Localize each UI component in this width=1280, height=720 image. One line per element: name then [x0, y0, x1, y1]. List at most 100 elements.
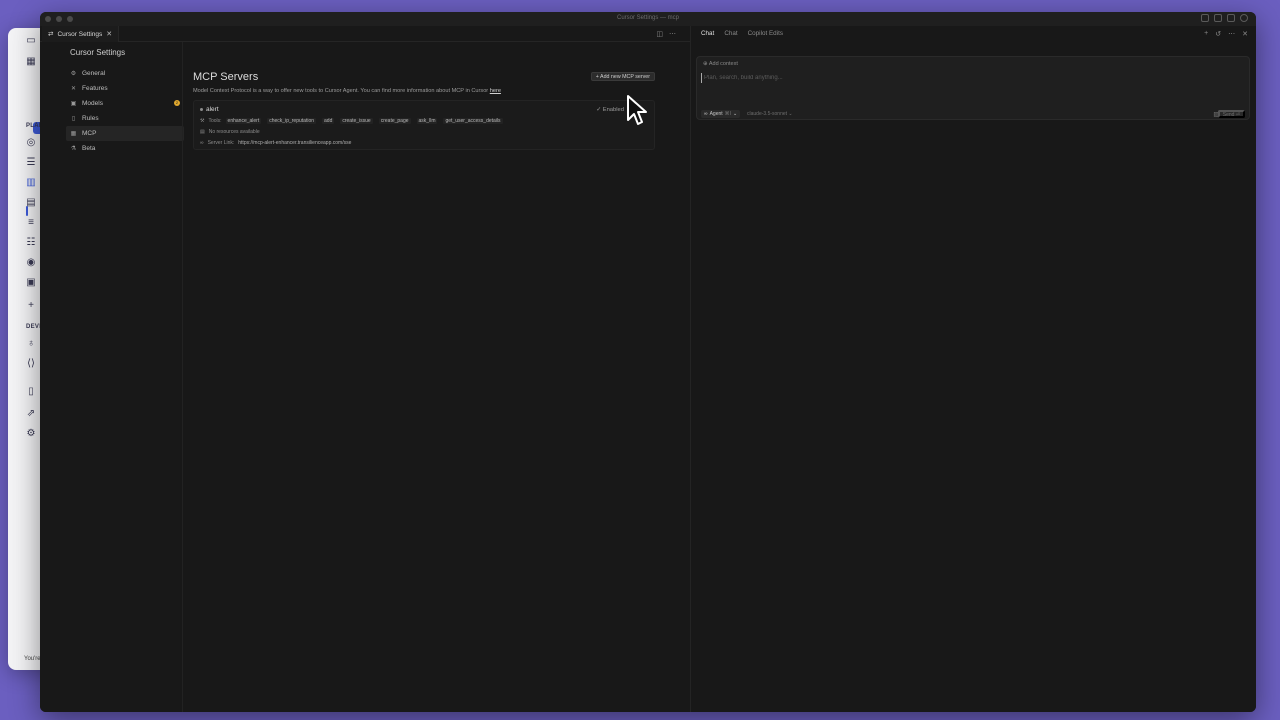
server-status-dot [200, 108, 203, 111]
tab-chat[interactable]: Chat [724, 30, 737, 37]
nav-item-mcp[interactable]: ▦ MCP [66, 126, 184, 141]
close-icon[interactable]: ✕ [1242, 30, 1248, 38]
sidebar-toggle-icon[interactable]: ▭ [26, 36, 36, 46]
tool-chip: add [322, 118, 335, 124]
chat-pane: Chat Chat Copilot Edits + ↺ ⋯ ✕ ⊕ Add co… [690, 26, 1256, 712]
tool-chip: create_issue [340, 118, 373, 124]
tool-chip: check_ip_reputation [267, 118, 317, 124]
title-bar: Cursor Settings — mcp [40, 12, 1256, 26]
list-icon[interactable]: ≡ [26, 218, 36, 228]
settings-icon[interactable]: ⚙ [26, 429, 36, 439]
resources-text: No resources available [208, 129, 260, 135]
add-icon[interactable]: + [26, 301, 36, 311]
server-icon: ▦ [70, 131, 77, 137]
toggle-sidebar-icon[interactable] [1201, 14, 1209, 22]
board-icon[interactable]: ▥ [26, 178, 36, 188]
tab-chat-active[interactable]: Chat [701, 30, 714, 37]
gear-icon: ⚙ [70, 71, 77, 77]
nav-label: Models [82, 100, 103, 107]
agent-shortcut: ⌘I [724, 111, 732, 117]
split-editor-icon[interactable]: ◫ [656, 30, 663, 38]
nav-label: Beta [82, 145, 96, 152]
new-chat-icon[interactable]: + [1204, 30, 1208, 38]
toggle-panel-icon[interactable] [1214, 14, 1222, 22]
mcp-description-text: Model Context Protocol is a way to offer… [193, 88, 490, 94]
nav-label: MCP [82, 130, 97, 137]
nav-item-models[interactable]: ▣ Models 2 [66, 96, 184, 111]
tool-chip: enhance_alert [225, 118, 262, 124]
target-icon[interactable]: ◉ [26, 258, 36, 268]
chat-input[interactable] [701, 73, 1001, 83]
add-context-button[interactable]: ⊕ Add context [703, 61, 738, 67]
chat-composer: ⊕ Add context ∞ Agent ⌘I ⌄ claude-3.5-so… [696, 56, 1250, 120]
settings-nav: ⚙ General ✕ Features ▣ Models 2 ▯ Rules … [66, 66, 184, 156]
nav-label: Features [82, 85, 108, 92]
window-title: Cursor Settings — mcp [616, 15, 680, 21]
mcp-heading: MCP Servers [193, 71, 259, 83]
nav-item-rules[interactable]: ▯ Rules [66, 111, 184, 126]
more-icon[interactable]: ⋯ [1228, 30, 1235, 38]
chat-tabs: Chat Chat Copilot Edits [701, 30, 783, 37]
editor-actions: ◫ ⋯ [656, 30, 676, 38]
agent-mode-selector[interactable]: ∞ Agent ⌘I ⌄ [701, 110, 741, 118]
server-link-url: https://mcp-alert-enhancer.transiliencea… [238, 140, 352, 146]
server-enabled-toggle[interactable]: ✓ Enabled [596, 107, 624, 113]
chevron-down-icon: ⌄ [733, 111, 738, 117]
server-resources-row: ▤ No resources available [200, 129, 260, 135]
chat-actions: + ↺ ⋯ ✕ [1204, 30, 1248, 38]
document-icon[interactable]: ▯ [26, 387, 36, 397]
nav-item-general[interactable]: ⚙ General [66, 66, 184, 81]
model-selector[interactable]: claude-3.5-sonnet ⌄ [747, 111, 793, 117]
monitor-icon[interactable]: ▣ [26, 278, 36, 288]
tool-chip: ask_llm [416, 118, 438, 124]
add-mcp-server-button[interactable]: + Add new MCP server [590, 72, 655, 81]
tools-icon: ✕ [70, 86, 77, 92]
history-icon[interactable]: ↺ [1215, 30, 1221, 38]
server-link-row: ∞ Server Link: https://mcp-alert-enhance… [200, 140, 351, 146]
infinity-icon: ∞ [704, 111, 708, 117]
send-button[interactable]: Send ⏎ [1217, 110, 1245, 118]
tab-copilot-edits[interactable]: Copilot Edits [748, 30, 783, 37]
export-icon[interactable]: ⇗ [26, 409, 36, 419]
grid-icon[interactable]: ▦ [26, 57, 36, 67]
nav-label: Rules [82, 115, 99, 122]
model-label: claude-3.5-sonnet [747, 111, 788, 117]
mcp-content: MCP Servers + Add new MCP server Model C… [193, 71, 655, 150]
globe-icon[interactable]: ◎ [26, 138, 36, 148]
tab-cursor-settings[interactable]: ⇄ Cursor Settings ✕ [42, 26, 120, 42]
cursor-window: Cursor Settings — mcp ⇄ Cursor Settings … [40, 12, 1256, 712]
layout-controls [1201, 14, 1248, 22]
server-tools-row: ⚒ Tools: enhance_alert check_ip_reputati… [200, 118, 505, 124]
settings-tab-icon: ⇄ [48, 31, 54, 38]
mouse-pointer-icon [627, 95, 647, 125]
close-tab-icon[interactable]: ✕ [106, 30, 112, 38]
nav-item-beta[interactable]: ⚗ Beta [66, 141, 184, 156]
tool-chip: create_page [378, 118, 411, 124]
layers-icon[interactable]: ☰ [26, 158, 36, 168]
server-link-label: Server Link: [207, 140, 235, 146]
background-app-rail: ▭ ▦ PLAN ◎ ☰ ▥ ▤ ≡ ☷ ◉ ▣ + DEVE ♁ ⟨⟩ ▯ ⇗… [8, 28, 45, 670]
toggle-secondary-sidebar-icon[interactable] [1227, 14, 1235, 22]
code-icon[interactable]: ⟨⟩ [26, 359, 36, 369]
tool-chip: get_user_access_details [443, 118, 503, 124]
mcp-docs-link[interactable]: here [490, 88, 501, 94]
more-actions-icon[interactable]: ⋯ [669, 30, 676, 38]
add-context-label: Add context [708, 61, 738, 67]
cube-icon: ▣ [70, 101, 77, 107]
bulb-icon[interactable]: ♁ [26, 339, 36, 349]
mcp-server-card: alert ✓ Enabled ✎ ⚒ Tools: enhance_alert… [193, 100, 655, 150]
settings-divider [182, 42, 183, 712]
background-footer-text: You're [24, 656, 41, 662]
calendar-icon[interactable]: ▤ [26, 198, 36, 208]
nav-item-features[interactable]: ✕ Features [66, 81, 184, 96]
flask-icon: ⚗ [70, 146, 77, 152]
tools-icon: ⚒ [200, 118, 205, 124]
timeline-icon[interactable]: ☷ [26, 238, 36, 248]
server-name-text: alert [206, 106, 219, 113]
rules-icon: ▯ [71, 116, 76, 122]
resources-icon: ▤ [200, 129, 205, 135]
chevron-down-icon: ⌄ [788, 111, 793, 117]
account-icon[interactable] [1240, 14, 1248, 22]
settings-pane: Cursor Settings ⚙ General ✕ Features ▣ M… [40, 42, 690, 712]
attach-icon: ⊕ [703, 61, 708, 67]
